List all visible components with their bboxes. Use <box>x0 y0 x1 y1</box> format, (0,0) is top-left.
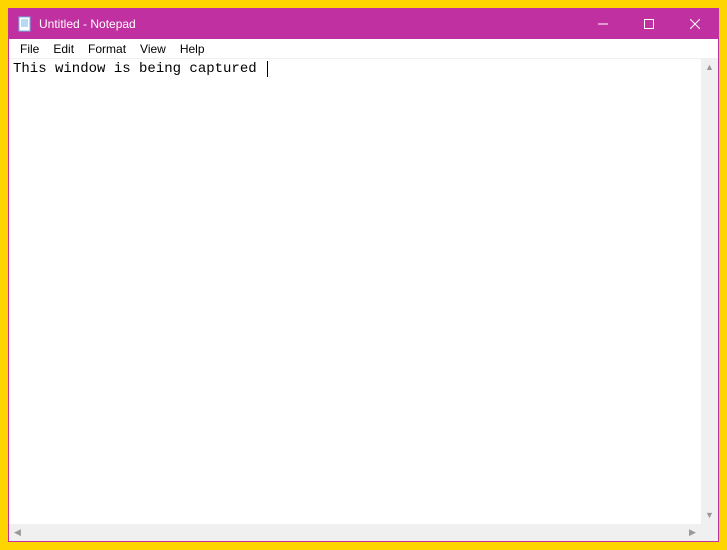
content-area: This window is being captured ▲ ▼ ◀ ▶ <box>9 59 718 541</box>
editor-text: This window is being captured <box>13 61 265 77</box>
close-button[interactable] <box>672 9 718 39</box>
minimize-button[interactable] <box>580 9 626 39</box>
notepad-window: Untitled - Notepad File Edit Format View… <box>8 8 719 542</box>
window-controls <box>580 9 718 39</box>
titlebar[interactable]: Untitled - Notepad <box>9 9 718 39</box>
menu-help[interactable]: Help <box>173 39 212 58</box>
menu-file[interactable]: File <box>13 39 46 58</box>
scroll-left-icon[interactable]: ◀ <box>9 524 26 541</box>
menu-format[interactable]: Format <box>81 39 133 58</box>
text-caret <box>267 61 268 77</box>
window-title: Untitled - Notepad <box>39 17 136 31</box>
bottom-scroll-row: ◀ ▶ <box>9 524 718 541</box>
vertical-scrollbar[interactable]: ▲ ▼ <box>701 59 718 524</box>
menubar: File Edit Format View Help <box>9 39 718 59</box>
editor-row: This window is being captured ▲ ▼ <box>9 59 718 524</box>
scroll-right-icon[interactable]: ▶ <box>684 524 701 541</box>
scroll-down-icon[interactable]: ▼ <box>701 507 718 524</box>
menu-view[interactable]: View <box>133 39 173 58</box>
menu-edit[interactable]: Edit <box>46 39 81 58</box>
scroll-up-icon[interactable]: ▲ <box>701 59 718 76</box>
maximize-button[interactable] <box>626 9 672 39</box>
horizontal-scrollbar[interactable]: ◀ ▶ <box>9 524 701 541</box>
notepad-icon <box>17 16 33 32</box>
text-editor[interactable]: This window is being captured <box>9 59 701 524</box>
scrollbar-corner <box>701 524 718 541</box>
